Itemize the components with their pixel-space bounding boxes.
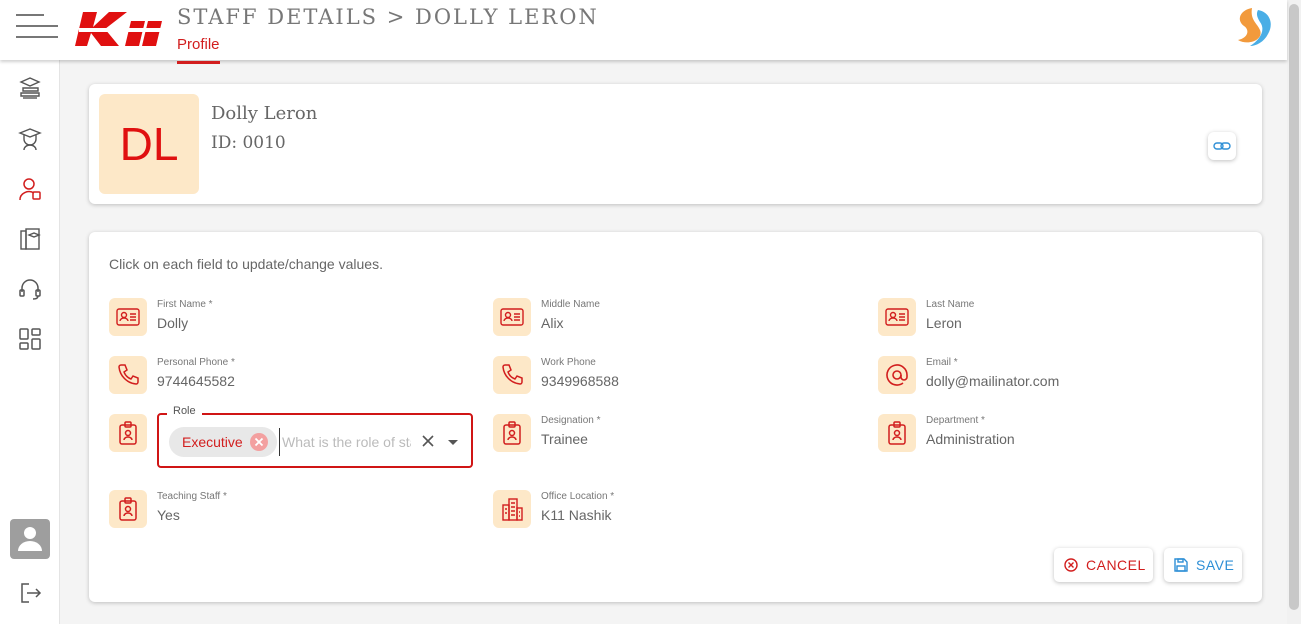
logout-icon[interactable]: [17, 580, 43, 606]
chip-label: Executive: [182, 434, 243, 450]
field-value: K11 Nashik: [541, 507, 612, 523]
chevron-down-icon[interactable]: [446, 435, 460, 449]
role-select[interactable]: Role Executive: [157, 405, 473, 468]
save-icon: [1174, 558, 1188, 572]
tab-profile[interactable]: Profile: [177, 36, 220, 64]
link-icon: [1213, 142, 1231, 150]
menu-icon[interactable]: [16, 14, 58, 38]
brand-swirl-logo: [1238, 8, 1271, 46]
field-value: Yes: [157, 507, 180, 523]
cancel-icon: [1064, 558, 1078, 572]
role-chip-executive[interactable]: Executive: [169, 427, 277, 457]
field-label: Middle Name: [541, 299, 600, 310]
role-label: Role: [167, 405, 202, 417]
profile-id: ID: 0010: [211, 133, 286, 153]
id-card-icon: [493, 298, 531, 336]
save-button[interactable]: SAVE: [1164, 548, 1242, 582]
office-location-field[interactable]: Office Location * K11 Nashik: [493, 490, 823, 540]
form-hint: Click on each field to update/change val…: [109, 256, 383, 272]
field-label: Teaching Staff *: [157, 491, 227, 502]
cancel-label: CANCEL: [1086, 557, 1146, 573]
phone-icon: [493, 356, 531, 394]
id-card-icon: [109, 298, 147, 336]
scrollbar-thumb[interactable]: [1289, 4, 1299, 610]
field-label: Email *: [926, 357, 958, 368]
field-label: Last Name: [926, 299, 975, 310]
headset-icon[interactable]: [17, 276, 43, 302]
work-phone-field[interactable]: Work Phone 9349968588: [493, 356, 823, 406]
initials-avatar: DL: [99, 94, 199, 194]
badge-icon: [493, 414, 531, 452]
phone-icon: [109, 356, 147, 394]
field-value: Leron: [926, 315, 962, 331]
field-value: 9744645582: [157, 373, 235, 389]
field-label: Work Phone: [541, 357, 596, 368]
first-name-field[interactable]: First Name * Dolly: [109, 298, 439, 348]
field-value: Alix: [541, 315, 564, 331]
badge-icon: [109, 490, 147, 528]
at-sign-icon: [878, 356, 916, 394]
field-value: Administration: [926, 431, 1015, 447]
middle-name-field[interactable]: Middle Name Alix: [493, 298, 823, 348]
chip-remove-icon[interactable]: [249, 432, 269, 452]
grid-icon[interactable]: [17, 326, 43, 352]
field-label: Designation *: [541, 415, 601, 426]
personal-phone-field[interactable]: Personal Phone * 9744645582: [109, 356, 439, 406]
field-label: Personal Phone *: [157, 357, 235, 368]
kii-logo: [75, 12, 163, 46]
department-field[interactable]: Department * Administration: [878, 414, 1208, 464]
sidebar: [0, 60, 60, 624]
field-value: Trainee: [541, 431, 588, 447]
building-icon: [493, 490, 531, 528]
cancel-button[interactable]: CANCEL: [1054, 548, 1153, 582]
staff-form-card: Click on each field to update/change val…: [89, 232, 1262, 602]
badge-icon: [109, 414, 147, 452]
last-name-field[interactable]: Last Name Leron: [878, 298, 1208, 348]
profile-card: DL Dolly Leron ID: 0010: [89, 84, 1262, 204]
teaching-staff-field[interactable]: Teaching Staff * Yes: [109, 490, 439, 540]
profile-name: Dolly Leron: [211, 103, 318, 124]
field-label: Office Location *: [541, 491, 615, 502]
role-input[interactable]: [279, 428, 411, 456]
field-value: dolly@mailinator.com: [926, 373, 1060, 389]
field-label: First Name *: [157, 299, 213, 310]
staff-icon[interactable]: [17, 176, 43, 202]
role-field-icon-wrap: [109, 414, 149, 464]
field-label: Department *: [926, 415, 985, 426]
top-bar: STAFF DETAILS > DOLLY LERON Profile: [0, 0, 1287, 64]
page-title: STAFF DETAILS > DOLLY LERON: [177, 5, 599, 29]
book-stack-icon[interactable]: [17, 76, 43, 102]
field-value: Dolly: [157, 315, 189, 331]
designation-field[interactable]: Designation * Trainee: [493, 414, 823, 464]
graduate-icon[interactable]: [17, 126, 43, 152]
user-icon: [18, 527, 42, 551]
badge-icon: [878, 414, 916, 452]
link-button[interactable]: [1208, 132, 1236, 160]
save-label: SAVE: [1196, 557, 1235, 573]
user-avatar[interactable]: [10, 519, 50, 559]
books-icon[interactable]: [17, 226, 43, 252]
clear-icon[interactable]: [419, 432, 437, 450]
email-field[interactable]: Email * dolly@mailinator.com: [878, 356, 1208, 406]
id-card-icon: [878, 298, 916, 336]
field-value: 9349968588: [541, 373, 619, 389]
